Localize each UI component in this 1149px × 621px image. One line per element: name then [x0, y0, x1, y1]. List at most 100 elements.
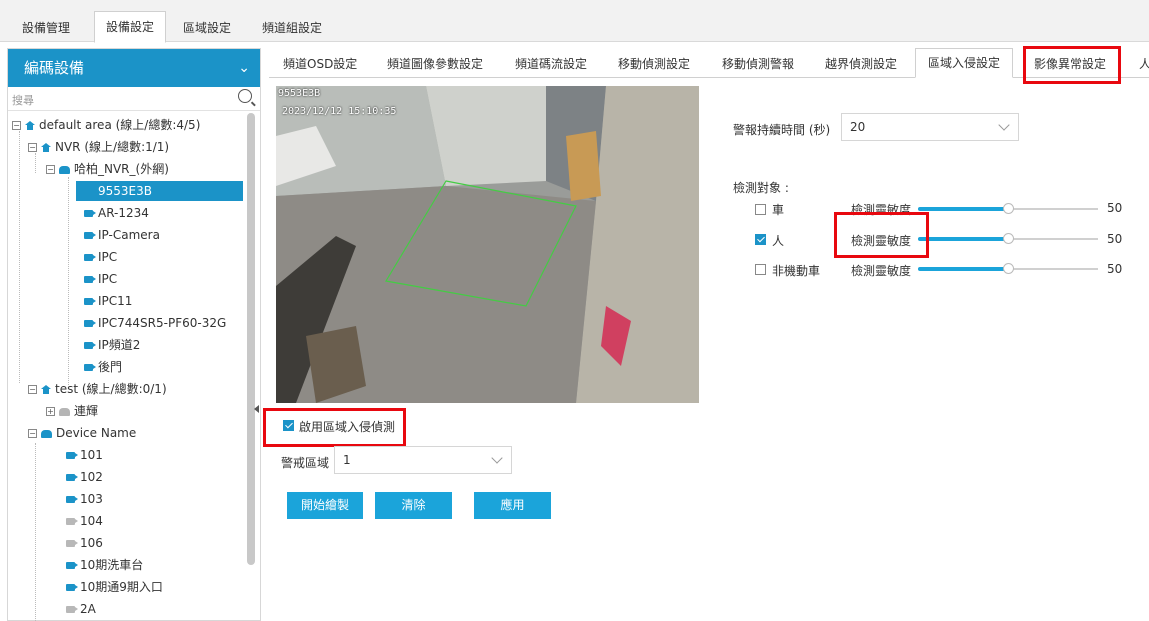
tab-image-params[interactable]: 頻道圖像參數設定: [387, 55, 483, 72]
camera-icon: [84, 364, 96, 371]
highlight-box: [263, 408, 406, 447]
search-box[interactable]: 搜尋: [8, 87, 260, 111]
camera-icon: [66, 474, 78, 481]
tree-node-nvr-device[interactable]: − 哈柏_NVR_(外網): [46, 159, 169, 179]
target-person-checkbox[interactable]: [755, 234, 766, 245]
collapse-toggle-icon[interactable]: −: [28, 429, 37, 438]
zone-label: 警戒區域: [281, 456, 330, 470]
camera-icon: [84, 232, 96, 239]
collapse-toggle-icon[interactable]: −: [28, 143, 37, 152]
sensitivity-value: 50: [1107, 262, 1123, 276]
camera-icon: [66, 540, 78, 547]
chevron-down-icon: [998, 119, 1010, 131]
camera-icon: [66, 584, 78, 591]
highlight-box: [834, 212, 929, 258]
video-preview[interactable]: 9553E3B 2023/12/12 15:10:35: [276, 86, 699, 403]
top-tab-bar: 設備管理 設備設定 區域設定 頻道組設定: [0, 0, 1149, 43]
scrollbar[interactable]: [247, 113, 255, 565]
camera-icon: [66, 606, 78, 613]
camera-icon: [84, 298, 96, 305]
tree-node-camera[interactable]: IPC11: [84, 291, 132, 311]
tree-node-test-device[interactable]: + 連輝: [46, 401, 98, 421]
tab-channel-osd[interactable]: 頻道OSD設定: [283, 55, 357, 72]
camera-icon: [84, 254, 96, 261]
tree-node-default-area[interactable]: − default area (線上/總數:4/5): [12, 115, 200, 135]
collapse-toggle-icon[interactable]: −: [28, 385, 37, 394]
tree-node-camera[interactable]: 10期洗車台: [66, 555, 143, 575]
tab-line-crossing[interactable]: 越界偵測設定: [825, 55, 897, 72]
tree-node-nvr[interactable]: − NVR (線上/總數:1/1): [28, 137, 169, 157]
tab-more[interactable]: 人: [1139, 55, 1149, 72]
start-draw-button[interactable]: 開始繪製: [287, 492, 363, 519]
tab-device-settings[interactable]: 設備設定: [94, 11, 166, 43]
alarm-duration-select[interactable]: 20: [841, 113, 1019, 141]
target-vehicle-label: 車: [772, 203, 785, 217]
search-icon[interactable]: [238, 89, 252, 103]
tree-node-camera[interactable]: IPC744SR5-PF60-32G: [84, 313, 226, 333]
tree-connector: [68, 177, 69, 385]
nvr-icon: [59, 165, 70, 174]
tree-node-camera[interactable]: IPC: [84, 247, 117, 267]
sensitivity-slider-nonmotor[interactable]: [918, 263, 1098, 275]
camera-icon: [84, 342, 96, 349]
sensitivity-value: 50: [1107, 201, 1123, 215]
camera-icon: [66, 518, 78, 525]
panel-title: 編碼設備: [24, 59, 85, 77]
tree-connector: [19, 131, 20, 383]
collapse-toggle-icon[interactable]: −: [46, 165, 55, 174]
tab-channel-group-settings[interactable]: 頻道組設定: [252, 15, 332, 42]
tree-node-camera[interactable]: 106: [66, 533, 103, 553]
nvr-icon: [41, 429, 52, 438]
tab-device-management[interactable]: 設備管理: [14, 15, 78, 42]
clear-button[interactable]: 清除: [375, 492, 452, 519]
camera-icon: [66, 496, 78, 503]
camera-icon: [66, 452, 78, 459]
tree-node-selected-channel[interactable]: 9553E3B: [76, 181, 243, 201]
tree-node-camera[interactable]: 101: [66, 445, 103, 465]
expand-toggle-icon[interactable]: +: [46, 407, 55, 416]
tab-area-intrusion[interactable]: 區域入侵設定: [915, 48, 1014, 78]
sensitivity-slider-person[interactable]: [918, 233, 1098, 245]
camera-scene-image: [276, 86, 699, 403]
osd-timestamp: 2023/12/12 15:10:35: [282, 106, 397, 117]
tree-node-camera[interactable]: IPC: [84, 269, 117, 289]
tree-node-device-name[interactable]: − Device Name: [28, 423, 136, 443]
tree-node-camera[interactable]: AR-1234: [84, 203, 149, 223]
device-tree-panel: 編碼設備 ⌄ 搜尋 − default area (線上/總數:4/5) − NVR…: [7, 48, 261, 621]
collapse-panel-arrow-icon[interactable]: [254, 405, 259, 413]
slider-handle[interactable]: [1003, 233, 1014, 244]
search-input[interactable]: 搜尋: [12, 92, 34, 108]
camera-icon: [66, 562, 78, 569]
tree-node-camera[interactable]: 後門: [84, 357, 122, 377]
slider-handle[interactable]: [1003, 203, 1014, 214]
camera-icon: [84, 320, 96, 327]
tab-motion-detection[interactable]: 移動偵測設定: [618, 55, 690, 72]
tree-node-camera[interactable]: 10期通9期入口: [66, 577, 163, 597]
area-icon: [25, 121, 35, 130]
target-nonmotor-checkbox[interactable]: [755, 264, 766, 275]
tree-node-camera[interactable]: 2A: [66, 599, 96, 619]
slider-handle[interactable]: [1003, 263, 1014, 274]
detect-target-label: 檢測對象 :: [733, 181, 789, 195]
tree-node-camera[interactable]: 102: [66, 467, 103, 487]
sensitivity-slider-vehicle[interactable]: [918, 203, 1098, 215]
highlight-box: [1023, 46, 1121, 84]
collapse-toggle-icon[interactable]: −: [12, 121, 21, 130]
tab-motion-alarm[interactable]: 移動偵測警報: [722, 55, 794, 72]
tree-node-camera[interactable]: 103: [66, 489, 103, 509]
target-vehicle-checkbox[interactable]: [755, 204, 766, 215]
settings-tab-bar: 頻道OSD設定 頻道圖像參數設定 頻道碼流設定 移動偵測設定 移動偵測警報 越界…: [269, 48, 1149, 78]
tree-node-camera[interactable]: 104: [66, 511, 103, 531]
panel-header[interactable]: 編碼設備 ⌄: [8, 49, 260, 87]
zone-select[interactable]: 1: [334, 446, 512, 474]
area-icon: [41, 143, 51, 152]
tree-node-test-area[interactable]: − test (線上/總數:0/1): [28, 379, 167, 399]
chevron-down-icon[interactable]: ⌄: [238, 49, 250, 87]
tab-stream-settings[interactable]: 頻道碼流設定: [515, 55, 587, 72]
apply-button[interactable]: 應用: [474, 492, 551, 519]
tree-node-camera[interactable]: IP-Camera: [84, 225, 160, 245]
alarm-duration-label: 警報持續時間 (秒): [733, 123, 831, 137]
tab-area-settings[interactable]: 區域設定: [172, 15, 242, 42]
tree-node-camera[interactable]: IP頻道2: [84, 335, 140, 355]
tree-connector: [35, 443, 36, 621]
